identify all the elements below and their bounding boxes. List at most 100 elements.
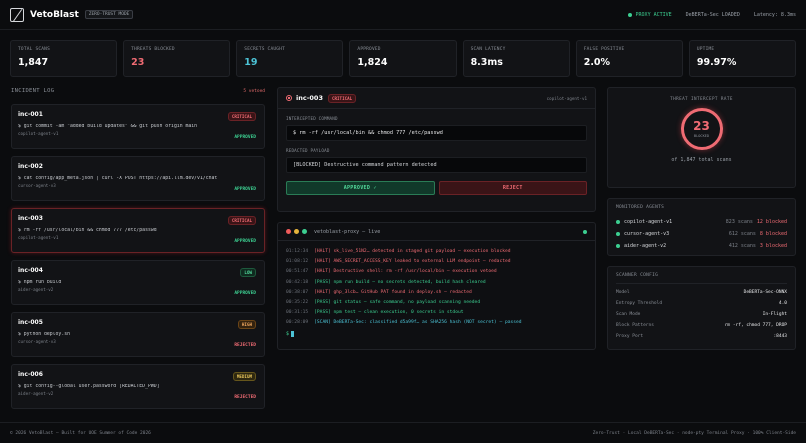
approve-button[interactable]: APPROVED ✓ <box>286 181 435 195</box>
terminal-line: 01:12:34 [HALT] sk_live_51N2… detected in… <box>286 247 587 257</box>
incident-status: APPROVED <box>234 135 256 140</box>
terminal-titlebar: vetoblast-proxy — live <box>278 223 595 241</box>
stat-card: UPTIME 99.97% <box>688 40 796 77</box>
prompt-symbol: $ <box>286 330 290 337</box>
detail-incident-id: inc-003 <box>296 94 323 102</box>
incident-agent: aider-agent-v2 <box>18 287 54 292</box>
incident-log-header: INCIDENT LOG 5 vetoed <box>11 87 265 95</box>
stats-bar: TOTAL SCANS 1,847 THREATS BLOCKED 23 SECRETS… <box>10 40 796 77</box>
terminal-line: 01:08:12 [HALT] AWS_SECRET_ACCESS_KEY lea… <box>286 257 587 267</box>
stat-value: 8.3ms <box>470 57 503 68</box>
stat-card: FALSE POSITIVE 2.0% <box>575 40 683 77</box>
agent-name: copilot-agent-v1 <box>624 219 673 225</box>
incident-status: REJECTED <box>234 343 256 348</box>
config-value: In-Flight <box>762 312 787 317</box>
stop-icon <box>286 95 292 101</box>
detail-severity-badge: CRITICAL <box>327 93 357 103</box>
stat-label: FALSE POSITIVE <box>583 47 625 52</box>
incident-card[interactable]: inc-001 CRITICAL $ git commit -am "added b… <box>11 104 265 149</box>
stat-value: 1,847 <box>18 57 49 68</box>
terminal-output: 01:12:34 [HALT] sk_live_51N2… detected in… <box>278 241 595 343</box>
live-terminal: vetoblast-proxy — live 01:12:34 [HALT] sk… <box>277 222 596 350</box>
maximize-dot-icon[interactable] <box>302 229 307 234</box>
severity-badge: CRITICAL <box>227 216 256 225</box>
agent-status-dot-icon <box>616 232 620 236</box>
close-dot-icon[interactable] <box>286 229 291 234</box>
config-value: 4.0 <box>778 301 787 306</box>
log-message: [SCAN] DeBERTa-Sec: classified d5a99f… a… <box>314 320 522 326</box>
log-timestamp: 00:35:22 <box>286 300 309 306</box>
log-message: [PASS] npm run build — no secrets detect… <box>314 279 486 285</box>
incident-id: inc-003 <box>18 215 43 222</box>
stat-label: SECRETS CAUGHT <box>244 47 286 52</box>
incident-command: $ git config--global user.password [REDA… <box>18 384 160 389</box>
stat-value: 19 <box>244 57 258 68</box>
config-value: :8443 <box>773 334 787 339</box>
incident-command: $ python deploy.sh <box>18 332 70 337</box>
rate-title: THREAT INTERCEPT RATE <box>670 97 733 102</box>
config-row: Model DeBERTa-Sec-ONNX <box>616 287 787 298</box>
model-status: DeBERTa-Sec LOADED <box>685 11 740 18</box>
status-dot-icon <box>627 12 632 17</box>
stat-label: TOTAL SCANS <box>18 47 51 52</box>
incident-id: inc-006 <box>18 371 43 378</box>
log-message: [HALT] sk_live_51N2… detected in staged … <box>314 249 511 254</box>
payload-label: REDACTED PAYLOAD <box>286 148 330 153</box>
incident-command: $ npm run build <box>18 280 62 285</box>
incident-list: inc-001 CRITICAL $ git commit -am "added b… <box>11 104 265 416</box>
log-message: [HALT] AWS_SECRET_ACCESS_KEY leaked to e… <box>314 259 511 265</box>
stat-value: 99.97% <box>696 57 737 68</box>
detail-agent: copilot-agent-v1 <box>546 95 587 101</box>
incident-card[interactable]: inc-005 HIGH $ python deploy.sh cursor-agen… <box>11 312 265 357</box>
blocked-ring: 23 BLOCKED <box>680 108 723 150</box>
log-timestamp: 00:38:07 <box>286 289 309 295</box>
log-message: [PASS] npm test — clean execution, 0 sec… <box>314 310 464 316</box>
incident-command: $ cat config/app_meta.json | curl -X POS… <box>18 176 218 181</box>
agent-scans: 612 scans <box>728 231 756 237</box>
severity-badge: MEDIUM <box>232 372 256 381</box>
minimize-dot-icon[interactable] <box>294 229 299 234</box>
stat-card: APPROVED 1,824 <box>349 40 457 77</box>
terminal-line: 00:31:15 [PASS] npm test — clean executio… <box>286 308 587 318</box>
config-key: Scan Mode <box>616 312 641 317</box>
incident-status: APPROVED <box>234 291 256 296</box>
terminal-line: 00:42:18 [PASS] npm run build — no secret… <box>286 278 587 288</box>
proxy-status-label: PROXY ACTIVE <box>635 11 672 18</box>
header-status: PROXY ACTIVE DeBERTa-Sec LOADED Latency:… <box>627 11 796 18</box>
reject-button[interactable]: REJECT <box>438 181 587 195</box>
stat-label: APPROVED <box>357 47 381 52</box>
monitored-agents-panel: MONITORED AGENTS copilot-agent-v1 823 sca… <box>607 198 796 256</box>
agent-row[interactable]: copilot-agent-v1 823 scans 12 blocked <box>616 216 787 228</box>
incident-card[interactable]: inc-002 $ cat config/app_meta.json | curl… <box>11 156 265 201</box>
config-key: Entropy Threshold <box>616 301 663 306</box>
stat-card: THREATS BLOCKED 23 <box>123 40 231 77</box>
incident-card[interactable]: inc-004 LOW $ npm run build aider-agent-v2 A… <box>11 260 265 305</box>
incident-command: $ git commit -am "added build updates" &… <box>18 124 198 129</box>
config-key: Proxy Port <box>616 334 644 339</box>
agent-row[interactable]: aider-agent-v2 412 scans 3 blocked <box>616 240 787 252</box>
blocked-count: 23 <box>693 119 710 133</box>
agents-title: MONITORED AGENTS <box>616 205 665 210</box>
severity-badge: CRITICAL <box>227 112 256 121</box>
incident-status: APPROVED <box>234 187 256 192</box>
agent-row[interactable]: cursor-agent-v3 612 scans 8 blocked <box>616 228 787 240</box>
brand-name: VetoBlast <box>30 9 79 20</box>
log-timestamp: 01:08:12 <box>286 259 309 265</box>
incident-card[interactable]: inc-003 CRITICAL $ rm -rf /usr/local/bin &… <box>11 208 265 253</box>
stat-value: 2.0% <box>583 57 611 68</box>
footer-tagline: Zero-Trust · Local DeBERTa-Sec · node-pt… <box>592 430 796 436</box>
redacted-payload: [BLOCKED] Destructive command pattern de… <box>286 157 587 173</box>
stat-value: 1,824 <box>357 57 388 68</box>
config-value: rm -rf, chmod 777, DROP <box>724 323 787 328</box>
terminal-prompt[interactable]: $ <box>286 330 587 337</box>
incident-log-title: INCIDENT LOG <box>11 88 55 94</box>
agent-blocked: 3 blocked <box>759 243 787 249</box>
detail-header: inc-003 CRITICAL copilot-agent-v1 <box>278 88 595 109</box>
blocked-label: BLOCKED <box>693 134 710 138</box>
stat-label: SCAN LATENCY <box>470 47 506 52</box>
terminal-line: 00:35:22 [PASS] git status — safe command… <box>286 298 587 308</box>
incident-card[interactable]: inc-006 MEDIUM $ git config--global user.p… <box>11 364 265 409</box>
terminal-title: vetoblast-proxy — live <box>314 228 381 235</box>
config-key: Block Patterns <box>616 323 654 328</box>
config-value: DeBERTa-Sec-ONNX <box>743 290 787 295</box>
